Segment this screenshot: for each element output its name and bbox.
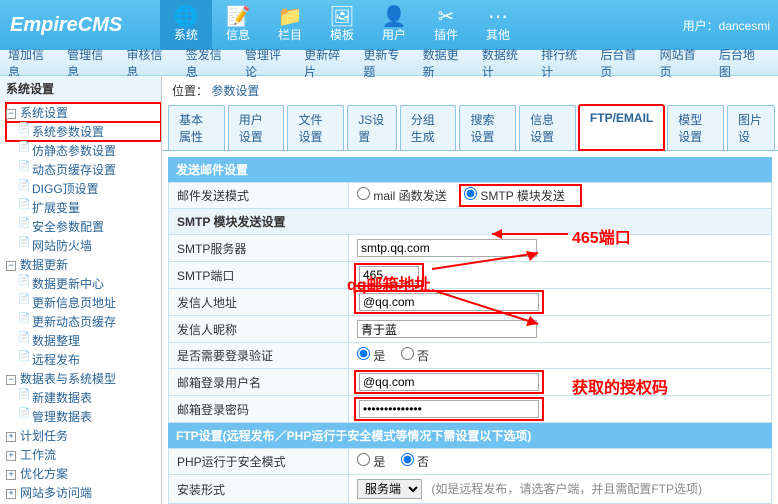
subbar-link[interactable]: 更新碎片 bbox=[304, 46, 349, 80]
smtp-port-input[interactable] bbox=[359, 266, 419, 284]
need-auth-label: 是否需要登录验证 bbox=[169, 343, 349, 369]
tabs: 基本属性用户设置文件设置JS设置分组生成搜索设置信息设置FTP/EMAIL模型设… bbox=[162, 105, 778, 151]
from-name-label: 发信人昵称 bbox=[169, 316, 349, 343]
topnav-模板[interactable]: 🖼模板 bbox=[316, 0, 368, 50]
topnav-icon: ✂ bbox=[420, 4, 472, 26]
tab-模型设置[interactable]: 模型设置 bbox=[667, 105, 724, 150]
subbar-link[interactable]: 排行统计 bbox=[541, 46, 586, 80]
subbar-link[interactable]: 后台地图 bbox=[719, 46, 764, 80]
tab-文件设置[interactable]: 文件设置 bbox=[287, 105, 344, 150]
tree-item[interactable]: DIGG顶设置 bbox=[6, 179, 161, 198]
install-type-select[interactable]: 服务端 bbox=[357, 479, 422, 499]
topnav-icon: 🌐 bbox=[160, 4, 212, 26]
tab-用户设置[interactable]: 用户设置 bbox=[228, 105, 285, 150]
tree-item[interactable]: 系统参数设置 bbox=[6, 122, 161, 141]
tree-item[interactable]: 管理数据表 bbox=[6, 407, 161, 426]
sub-toolbar: 增加信息管理信息审核信息签发信息管理评论更新碎片更新专题数据更新数据统计排行统计… bbox=[0, 50, 778, 76]
subbar-link[interactable]: 审核信息 bbox=[126, 46, 171, 80]
tab-分组生成[interactable]: 分组生成 bbox=[400, 105, 457, 150]
smtp-port-label: SMTP端口 bbox=[169, 262, 349, 289]
tree-item[interactable]: 更新动态页缓存 bbox=[6, 312, 161, 331]
topnav-icon: 📁 bbox=[264, 4, 316, 26]
tab-信息设置[interactable]: 信息设置 bbox=[519, 105, 576, 150]
tree-group[interactable]: 系统设置 bbox=[6, 103, 161, 122]
from-addr-input[interactable] bbox=[359, 293, 539, 311]
subbar-link[interactable]: 增加信息 bbox=[8, 46, 53, 80]
tab-FTP/EMAIL[interactable]: FTP/EMAIL bbox=[579, 105, 664, 150]
topnav-插件[interactable]: ✂插件 bbox=[420, 0, 472, 50]
tab-搜索设置[interactable]: 搜索设置 bbox=[459, 105, 516, 150]
topnav-icon: ⋯ bbox=[472, 4, 524, 26]
auth-yes[interactable]: 是 bbox=[357, 349, 385, 363]
topnav-系统[interactable]: 🌐系统 bbox=[160, 0, 212, 50]
tree-item[interactable]: 扩展变量 bbox=[6, 198, 161, 217]
send-mode-label: 邮件发送模式 bbox=[169, 183, 349, 209]
login-pass-input[interactable] bbox=[359, 400, 539, 418]
safe-no[interactable]: 否 bbox=[401, 455, 429, 469]
tree-group[interactable]: 计划任务 bbox=[6, 426, 161, 445]
subbar-link[interactable]: 更新专题 bbox=[363, 46, 408, 80]
tree-item[interactable]: 数据整理 bbox=[6, 331, 161, 350]
subbar-link[interactable]: 网站首页 bbox=[660, 46, 705, 80]
subbar-link[interactable]: 数据更新 bbox=[423, 46, 468, 80]
topnav-信息[interactable]: 📝信息 bbox=[212, 0, 264, 50]
login-user-input[interactable] bbox=[359, 373, 539, 391]
topnav-栏目[interactable]: 📁栏目 bbox=[264, 0, 316, 50]
tree-group[interactable]: 优化方案 bbox=[6, 464, 161, 483]
tab-JS设置[interactable]: JS设置 bbox=[347, 105, 397, 150]
subbar-link[interactable]: 后台首页 bbox=[600, 46, 645, 80]
tree-item[interactable]: 安全参数配置 bbox=[6, 217, 161, 236]
smtp-server-label: SMTP服务器 bbox=[169, 235, 349, 262]
smtp-subhead: SMTP 模块发送设置 bbox=[169, 209, 772, 235]
user-info: 用户：dancesmi bbox=[683, 17, 778, 34]
tree-item[interactable]: 新建数据表 bbox=[6, 388, 161, 407]
from-name-input[interactable] bbox=[357, 320, 537, 338]
topnav-icon: 📝 bbox=[212, 4, 264, 26]
tree-group[interactable]: 工作流 bbox=[6, 445, 161, 464]
tab-图片设[interactable]: 图片设 bbox=[727, 105, 775, 150]
send-mode-mail[interactable]: mail 函数发送 bbox=[357, 189, 447, 203]
topnav-icon: 🖼 bbox=[316, 4, 368, 26]
tree-group[interactable]: 数据表与系统模型 bbox=[6, 369, 161, 388]
section-ftp-head: FTP设置(远程发布／PHP运行于安全模式等情况下需设置以下选项) bbox=[168, 423, 772, 448]
tree-group[interactable]: 数据更新 bbox=[6, 255, 161, 274]
tree-item[interactable]: 更新信息页地址 bbox=[6, 293, 161, 312]
auth-no[interactable]: 否 bbox=[401, 349, 429, 363]
tab-基本属性[interactable]: 基本属性 bbox=[168, 105, 225, 150]
send-mode-smtp[interactable]: SMTP 模块发送 bbox=[464, 189, 565, 203]
safe-yes[interactable]: 是 bbox=[357, 455, 385, 469]
install-type-label: 安装形式 bbox=[169, 475, 349, 504]
sidebar: 系统设置 系统设置系统参数设置仿静态参数设置动态页缓存设置DIGG顶设置扩展变量… bbox=[0, 76, 162, 504]
section-mail-head: 发送邮件设置 bbox=[168, 157, 772, 182]
subbar-link[interactable]: 管理评论 bbox=[245, 46, 290, 80]
subbar-link[interactable]: 管理信息 bbox=[67, 46, 112, 80]
from-addr-label: 发信人地址 bbox=[169, 289, 349, 316]
logo: EmpireCMS bbox=[0, 14, 160, 37]
tree-item[interactable]: 数据更新中心 bbox=[6, 274, 161, 293]
login-pass-label: 邮箱登录密码 bbox=[169, 396, 349, 423]
subbar-link[interactable]: 数据统计 bbox=[482, 46, 527, 80]
breadcrumb: 位置： 参数设置 bbox=[162, 76, 778, 105]
tree-item[interactable]: 动态页缓存设置 bbox=[6, 160, 161, 179]
subbar-link[interactable]: 签发信息 bbox=[186, 46, 231, 80]
tree-item[interactable]: 网站防火墙 bbox=[6, 236, 161, 255]
install-type-note: (如是远程发布，请选客户端，并且需配置FTP选项) bbox=[431, 482, 702, 496]
login-user-label: 邮箱登录用户名 bbox=[169, 369, 349, 396]
topnav-其他[interactable]: ⋯其他 bbox=[472, 0, 524, 50]
tree-item[interactable]: 仿静态参数设置 bbox=[6, 141, 161, 160]
smtp-server-input[interactable] bbox=[357, 239, 537, 257]
topnav-用户[interactable]: 👤用户 bbox=[368, 0, 420, 50]
tree-item[interactable]: 远程发布 bbox=[6, 350, 161, 369]
tree-group[interactable]: 网站多访问端 bbox=[6, 483, 161, 502]
topnav-icon: 👤 bbox=[368, 4, 420, 26]
sidebar-title: 系统设置 bbox=[0, 76, 161, 101]
safe-mode-label: PHP运行于安全模式 bbox=[169, 449, 349, 475]
